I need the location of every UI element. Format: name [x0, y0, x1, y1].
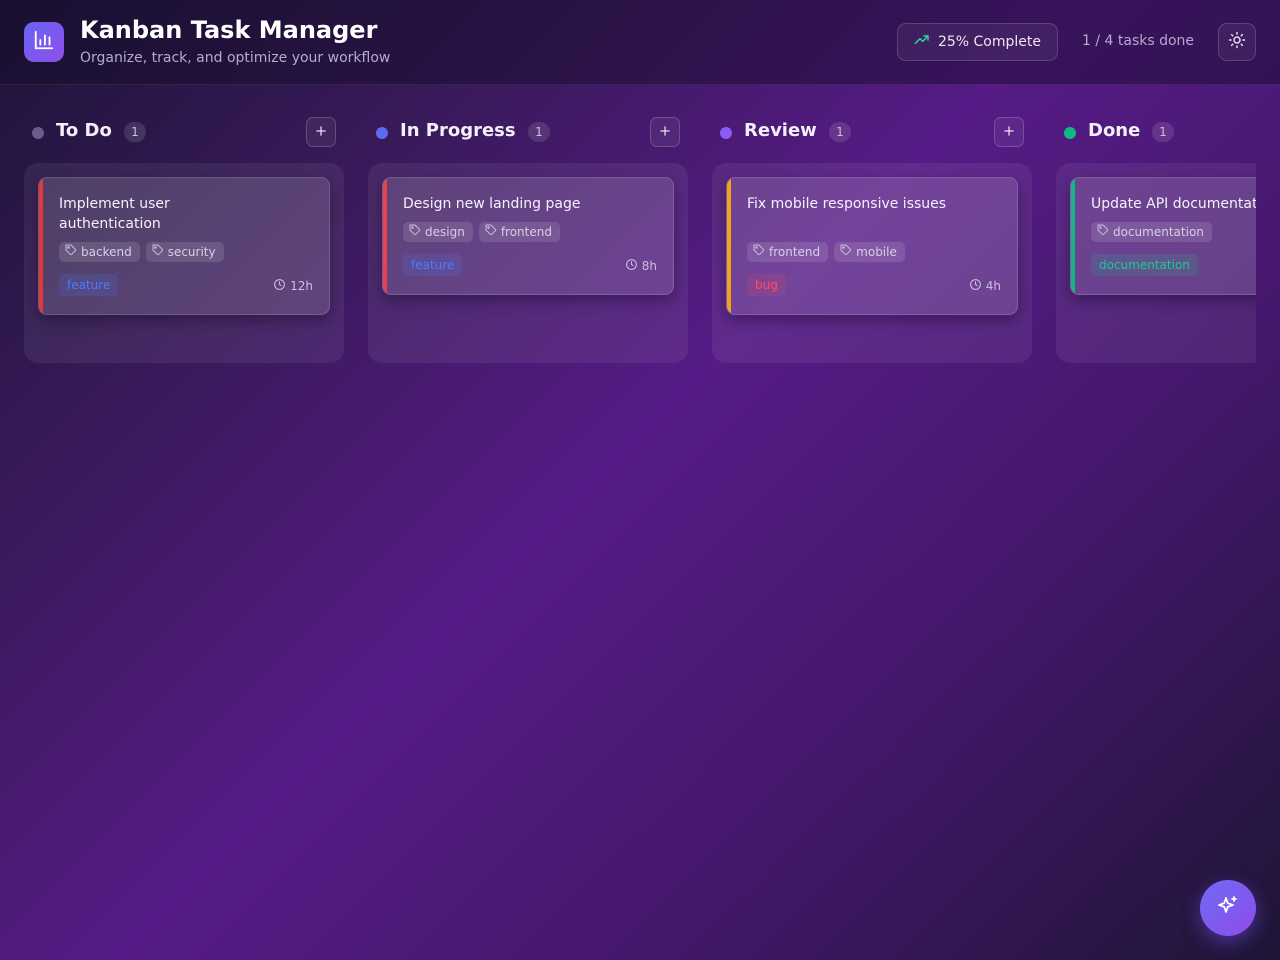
plus-icon — [1002, 123, 1016, 142]
estimate-label: 8h — [641, 259, 657, 273]
type-badge: documentation — [1091, 254, 1198, 276]
tag-icon — [840, 242, 852, 262]
time-estimate: 4h — [969, 278, 1001, 294]
column-title: To Do — [56, 120, 112, 141]
clock-icon — [969, 278, 982, 294]
column-status-dot — [376, 127, 388, 139]
card-title: Implement user authentication — [59, 196, 170, 232]
tag-label: frontend — [500, 225, 552, 239]
column-count-badge: 1 — [829, 122, 851, 142]
column-title: Review — [744, 120, 817, 141]
card-priority-bar — [1071, 178, 1075, 294]
tag: documentation — [1091, 222, 1212, 242]
column-dropzone: Implement user authentication backend se… — [24, 163, 344, 363]
tag-icon — [1097, 222, 1109, 242]
card-tags: frontend mobile — [747, 242, 905, 262]
card-tags: design frontend — [403, 222, 560, 242]
app-logo — [24, 22, 64, 62]
tasks-done-counter: 1 / 4 tasks done — [1082, 33, 1195, 49]
tag-label: mobile — [856, 245, 897, 259]
tag-label: frontend — [769, 245, 821, 259]
column-todo: To Do 1 Implement user authentication ba… — [24, 85, 344, 365]
sparkles-icon — [1216, 894, 1240, 922]
ai-assistant-button[interactable] — [1200, 880, 1256, 936]
progress-indicator: 25% Complete — [897, 23, 1058, 61]
column-review: Review 1 Fix mobile responsive issues fr… — [712, 85, 1032, 365]
task-card[interactable]: Design new landing page design frontend … — [382, 177, 674, 295]
column-header: In Progress 1 — [368, 115, 688, 149]
kanban-board: To Do 1 Implement user authentication ba… — [0, 85, 1280, 960]
card-title: Update API documentation — [1091, 196, 1256, 212]
column-count-badge: 1 — [124, 122, 146, 142]
column-in-progress: In Progress 1 Design new landing page de… — [368, 85, 688, 365]
card-priority-bar — [39, 178, 43, 314]
type-badge: bug — [747, 274, 786, 296]
app-title: Kanban Task Manager — [80, 16, 378, 44]
theme-toggle-button[interactable] — [1218, 23, 1256, 61]
estimate-label: 12h — [290, 279, 313, 293]
type-badge: feature — [403, 254, 463, 276]
app-subtitle: Organize, track, and optimize your workf… — [80, 50, 391, 66]
column-count-badge: 1 — [528, 122, 550, 142]
card-title: Design new landing page — [403, 196, 581, 212]
add-task-button[interactable] — [306, 117, 336, 147]
column-status-dot — [32, 127, 44, 139]
tag-icon — [485, 222, 497, 242]
estimate-label: 4h — [985, 279, 1001, 293]
task-card[interactable]: Fix mobile responsive issues frontend mo… — [726, 177, 1018, 315]
column-status-dot — [720, 127, 732, 139]
sun-icon — [1228, 31, 1246, 53]
card-tags: documentation — [1091, 222, 1212, 242]
tag-label: backend — [81, 245, 132, 259]
clock-icon — [273, 278, 286, 294]
column-dropzone: Update API documentation documentation d… — [1056, 163, 1256, 363]
tag: security — [145, 242, 224, 262]
clock-icon — [625, 258, 638, 274]
add-task-button[interactable] — [650, 117, 680, 147]
trending-up-icon — [914, 32, 930, 52]
bar-chart-icon — [33, 29, 55, 55]
tag-icon — [753, 242, 765, 262]
tag: design — [403, 222, 473, 242]
column-header: To Do 1 — [24, 115, 344, 149]
column-title: In Progress — [400, 120, 516, 141]
tag-icon — [65, 242, 77, 262]
column-title: Done — [1088, 120, 1141, 141]
tag: frontend — [478, 222, 560, 242]
tag-label: design — [425, 225, 465, 239]
tag-icon — [152, 242, 164, 262]
card-priority-bar — [727, 178, 731, 314]
card-priority-bar — [383, 178, 387, 294]
column-count-badge: 1 — [1152, 122, 1174, 142]
column-header: Review 1 — [712, 115, 1032, 149]
tag-label: documentation — [1113, 225, 1204, 239]
card-tags: backend security — [59, 242, 224, 262]
time-estimate: 12h — [273, 278, 313, 294]
add-task-button[interactable] — [994, 117, 1024, 147]
plus-icon — [314, 123, 328, 142]
column-dropzone: Fix mobile responsive issues frontend mo… — [712, 163, 1032, 363]
column-status-dot — [1064, 127, 1076, 139]
type-badge: feature — [59, 274, 119, 296]
time-estimate: 8h — [625, 258, 657, 274]
app-header: Kanban Task Manager Organize, track, and… — [0, 0, 1280, 85]
task-card[interactable]: Implement user authentication backend se… — [38, 177, 330, 315]
tag: backend — [59, 242, 140, 262]
progress-label: 25% Complete — [937, 34, 1042, 50]
column-dropzone: Design new landing page design frontend … — [368, 163, 688, 363]
column-header: Done 1 — [1056, 115, 1256, 149]
plus-icon — [658, 123, 672, 142]
task-card[interactable]: Update API documentation documentation d… — [1070, 177, 1256, 295]
tag-icon — [409, 222, 421, 242]
column-done: Done 1 Update API documentation document… — [1056, 85, 1256, 365]
tag-label: security — [167, 245, 216, 259]
tag: frontend — [747, 242, 829, 262]
tag: mobile — [834, 242, 905, 262]
card-title: Fix mobile responsive issues — [747, 196, 947, 212]
